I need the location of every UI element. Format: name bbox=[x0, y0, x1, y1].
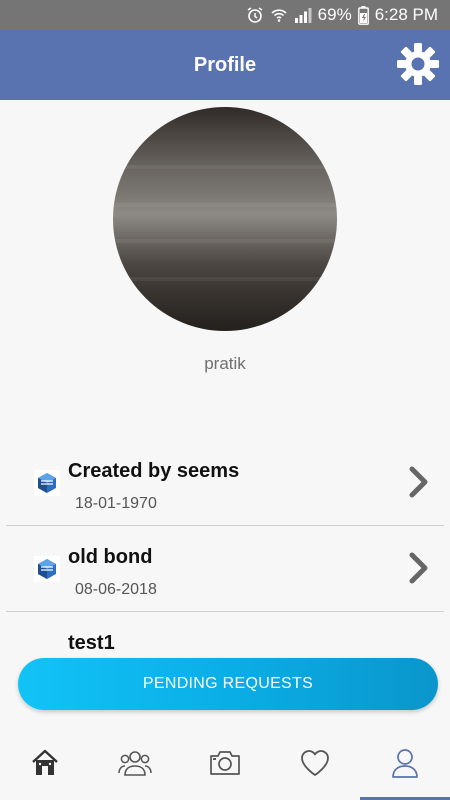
bond-name: Created by seems bbox=[68, 460, 240, 482]
tab-camera[interactable] bbox=[180, 730, 270, 800]
home-icon bbox=[29, 747, 61, 784]
list-item[interactable]: old bond 08-06-2018 bbox=[6, 526, 444, 612]
alarm-icon bbox=[246, 6, 264, 24]
heart-icon bbox=[299, 748, 331, 783]
clock: 6:28 PM bbox=[374, 5, 438, 24]
chevron-right-icon bbox=[408, 465, 430, 499]
tab-friends[interactable] bbox=[90, 730, 180, 800]
bond-date: 08-06-2018 bbox=[75, 581, 157, 598]
wifi-icon bbox=[270, 6, 288, 24]
battery-icon bbox=[357, 5, 369, 25]
battery-percent: 69% bbox=[317, 5, 352, 24]
list-item[interactable]: Created by seems 18-01-1970 bbox=[6, 440, 444, 526]
user-icon bbox=[390, 747, 420, 784]
bond-logo-icon bbox=[34, 556, 60, 582]
bottom-nav bbox=[0, 730, 450, 800]
tab-profile[interactable] bbox=[360, 730, 450, 800]
avatar[interactable] bbox=[113, 107, 337, 331]
tab-home[interactable] bbox=[0, 730, 90, 800]
bond-date: 18-01-1970 bbox=[75, 495, 157, 512]
bond-logo-icon bbox=[34, 470, 60, 496]
bond-name: old bond bbox=[68, 546, 153, 568]
chevron-right-icon bbox=[408, 551, 430, 585]
pending-requests-button[interactable]: PENDING REQUESTS bbox=[18, 658, 438, 710]
settings-button[interactable] bbox=[394, 42, 442, 90]
group-icon bbox=[118, 748, 152, 783]
username: pratik bbox=[204, 354, 246, 373]
app-bar: Profile bbox=[0, 30, 450, 100]
bond-list: Created by seems 18-01-1970 old bond 08-… bbox=[6, 440, 444, 652]
camera-icon bbox=[209, 749, 241, 782]
list-item[interactable]: test1 bbox=[6, 612, 444, 652]
page-title: Profile bbox=[193, 53, 257, 76]
gear-icon bbox=[395, 41, 441, 92]
tab-favorites[interactable] bbox=[270, 730, 360, 800]
status-bar: 69% 6:28 PM bbox=[0, 0, 450, 30]
signal-icon bbox=[294, 6, 312, 24]
bond-name: test1 bbox=[68, 632, 115, 652]
